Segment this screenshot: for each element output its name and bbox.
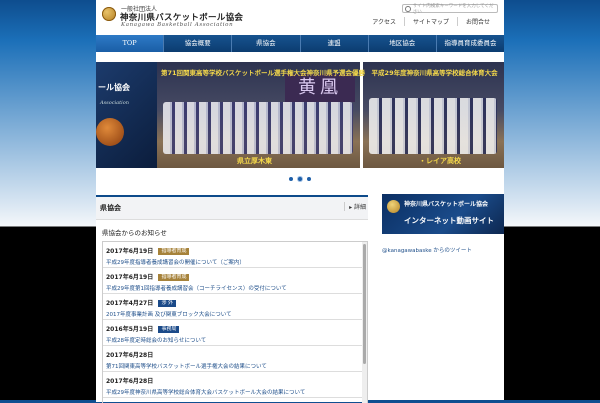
video-site-banner[interactable]: 神奈川県バスケットボール協会 インターネット動画サイト — [382, 194, 504, 234]
news-scrollbar-thumb[interactable] — [363, 244, 366, 364]
slider-dot-active[interactable] — [298, 177, 302, 181]
sitemap-link[interactable]: サイトマップ — [403, 17, 457, 26]
basketball-logo-icon — [387, 200, 400, 213]
category-badge: 指導者育成 — [158, 274, 190, 281]
basketball-logo-icon[interactable] — [102, 7, 116, 21]
news-date: 2017年6月19日 — [106, 248, 154, 255]
news-item[interactable]: 2017年6月28日 第71回関東高等学校バスケットボール選手権大会の結果につい… — [103, 346, 367, 372]
team-banner: 黄凰 — [285, 74, 355, 102]
category-badge: 指導者育成 — [158, 248, 190, 255]
access-link[interactable]: アクセス — [364, 17, 404, 26]
basketball-icon — [96, 118, 124, 146]
details-link-label: 詳細 — [353, 204, 366, 211]
news-title-link[interactable]: 平成29年度指導者養成講習会の開催について（ご案内） — [106, 258, 364, 266]
logo-english[interactable]: Kanagawa Basketball Association — [121, 22, 233, 28]
news-date: 2016年5月19日 — [106, 326, 154, 333]
slide-previous-english: Association — [100, 100, 129, 106]
news-title-link[interactable]: 平成28年度定時総会のお知らせについて — [106, 336, 364, 344]
slide-caption-school-a: 県立厚木東 — [237, 157, 272, 165]
news-date: 2017年6月28日 — [106, 378, 154, 385]
nav-federation[interactable]: 連盟 — [300, 35, 369, 52]
team-photo-left — [163, 102, 353, 154]
slide-caption-school-b: ・レイア高校 — [419, 157, 461, 165]
main-nav: TOP 協会概要 県協会 連盟 地区協会 指導員育成委員会 — [96, 35, 505, 52]
site-search-input[interactable]: サイト内検索キーワードを入力してください — [402, 3, 498, 15]
news-item[interactable]: 2017年6月19日 指導者育成 平成29年度第1回指導者養成講習会（コーチライ… — [103, 268, 367, 294]
news-date: 2017年4月27日 — [106, 300, 154, 307]
search-icon — [405, 5, 411, 12]
category-badge: 渉 外 — [158, 300, 177, 307]
news-item[interactable]: 2017年6月28日 平成29年度神奈川県高等学校総合体育大会バスケットボール大… — [103, 372, 367, 398]
header-links: アクセス サイトマップ お問合せ — [364, 17, 498, 26]
news-item[interactable]: 2017年4月27日 渉 外 2017年度事業計画 及び関東ブロック大会について — [103, 294, 367, 320]
news-title-link[interactable]: 第71回関東高等学校バスケットボール選手権大会の結果について — [106, 362, 364, 370]
slide-team-photo[interactable]: 黄凰 第71回関東高等学校バスケットボール選手権大会神奈川県予選会優勝 平成29… — [157, 62, 504, 168]
news-title-link[interactable]: 平成29年度神奈川県高等学校総合体育大会バスケットボール大会の結果について — [106, 388, 364, 396]
nav-about[interactable]: 協会概要 — [164, 35, 233, 52]
nav-prefecture[interactable]: 県協会 — [232, 35, 301, 52]
slider-dot[interactable] — [307, 177, 311, 181]
page: 一般社団法人 神奈川県バスケットボール協会 Kanagawa Basketbal… — [96, 0, 505, 403]
twitter-feed-link[interactable]: @kanagawabaske からのツイート — [382, 246, 472, 254]
nav-district[interactable]: 地区協会 — [368, 35, 437, 52]
team-photo-right — [369, 98, 497, 154]
slide-previous-text: ール協会 — [98, 83, 130, 92]
news-date: 2017年6月19日 — [106, 274, 154, 281]
slide-caption-top: 第71回関東高等学校バスケットボール選手権大会神奈川県予選会優勝 平成29年度神… — [161, 69, 498, 77]
section-header: 県協会 ▸ 詳細 — [96, 197, 368, 220]
site-header: 一般社団法人 神奈川県バスケットボール協会 Kanagawa Basketbal… — [96, 0, 504, 34]
video-banner-org: 神奈川県バスケットボール協会 — [404, 201, 489, 208]
slider-dots — [289, 177, 311, 181]
news-title-link[interactable]: 平成29年度第1回指導者養成講習会（コーチライセンス）の受付について — [106, 284, 364, 292]
details-link[interactable]: ▸ 詳細 — [344, 202, 366, 211]
video-banner-title: インターネット動画サイト — [404, 216, 494, 225]
hero-slider[interactable]: ール協会 Association 黄凰 第71回関東高等学校バスケットボール選手… — [96, 62, 504, 168]
news-item[interactable]: 2016年5月19日 事務局 平成28年度定時総会のお知らせについて — [103, 320, 367, 346]
news-date: 2017年6月28日 — [106, 352, 154, 359]
news-heading: 県協会からのお知らせ — [102, 229, 167, 237]
news-item[interactable]: 2017年6月19日 指導者育成 平成29年度指導者養成講習会の開催について（ご… — [103, 242, 367, 268]
nav-coach-committee[interactable]: 指導員育成委員会 — [436, 35, 505, 52]
section-title: 県協会 — [100, 204, 121, 212]
news-scrollbar[interactable] — [362, 242, 367, 403]
contact-link[interactable]: お問合せ — [456, 17, 498, 26]
news-list[interactable]: 2017年6月19日 指導者育成 平成29年度指導者養成講習会の開催について（ご… — [102, 241, 368, 403]
photo-divider — [360, 62, 363, 168]
category-badge: 事務局 — [158, 326, 180, 333]
nav-top[interactable]: TOP — [96, 35, 165, 52]
slider-dot[interactable] — [289, 177, 293, 181]
slide-previous-panel[interactable]: ール協会 Association — [96, 62, 157, 168]
search-placeholder: サイト内検索キーワードを入力してください — [412, 3, 494, 15]
news-title-link[interactable]: 2017年度事業計画 及び関東ブロック大会について — [106, 310, 364, 318]
prefecture-news-section: 県協会 ▸ 詳細 県協会からのお知らせ 2017年6月19日 指導者育成 平成2… — [96, 195, 368, 403]
